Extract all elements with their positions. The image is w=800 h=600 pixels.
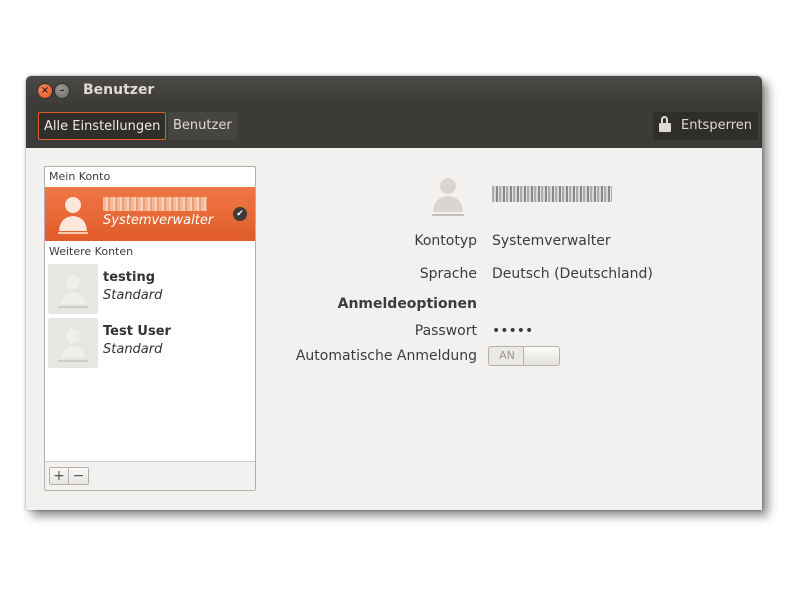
language-value[interactable]: Deutsch (Deutschland)	[492, 266, 653, 282]
user-role: Systemverwalter	[103, 213, 214, 228]
switch-knob[interactable]	[523, 347, 559, 365]
remove-user-button[interactable]: −	[69, 467, 89, 485]
user-name: testing	[103, 270, 155, 285]
autologin-switch[interactable]: AN	[488, 346, 560, 366]
user-role: Standard	[103, 342, 163, 357]
unlock-button[interactable]: Entsperren	[653, 112, 758, 140]
minimize-window-button[interactable]: –	[55, 84, 69, 98]
padlock-icon	[659, 115, 671, 132]
user-row-testing[interactable]: testing Standard	[45, 262, 255, 316]
user-list-toolbar: + −	[45, 461, 255, 490]
language-label: Sprache	[419, 266, 477, 282]
account-type-value[interactable]: Systemverwalter	[492, 233, 611, 249]
user-row-current[interactable]: Systemverwalter ✔	[45, 187, 255, 241]
autologin-label: Automatische Anmeldung	[295, 348, 477, 364]
unlock-label: Entsperren	[681, 118, 752, 133]
my-account-header: Mein Konto	[49, 170, 111, 183]
avatar-icon	[58, 197, 88, 234]
other-accounts-header: Weitere Konten	[49, 245, 134, 258]
user-list: Mein Konto Systemverwalter ✔ Weitere Kon…	[44, 166, 256, 491]
content-area: Mein Konto Systemverwalter ✔ Weitere Kon…	[26, 148, 762, 510]
user-avatar-icon[interactable]	[424, 172, 472, 220]
login-options-header: Anmeldeoptionen	[337, 296, 477, 312]
account-type-label: Kontotyp	[414, 233, 477, 249]
users-settings-window: × – Benutzer Alle Einstellungen Benutzer…	[26, 76, 762, 510]
current-user-check-icon: ✔	[233, 207, 247, 221]
avatar-icon	[48, 318, 98, 368]
add-user-button[interactable]: +	[49, 467, 69, 485]
user-row-test-user[interactable]: Test User Standard	[45, 316, 255, 370]
window-title: Benutzer	[83, 82, 155, 98]
password-value[interactable]: •••••	[492, 323, 533, 339]
user-role: Standard	[103, 288, 163, 303]
toolbar: Alle Einstellungen Benutzer Entsperren	[26, 106, 762, 148]
breadcrumb-users-button[interactable]: Benutzer	[168, 112, 237, 140]
obscured-username	[103, 197, 207, 211]
password-label: Passwort	[414, 323, 477, 339]
obscured-full-name[interactable]	[492, 186, 612, 202]
close-window-button[interactable]: ×	[38, 84, 52, 98]
user-name: Test User	[103, 324, 171, 339]
title-bar[interactable]: × – Benutzer	[26, 76, 762, 106]
switch-state-label: AN	[499, 349, 515, 362]
avatar-icon	[48, 264, 98, 314]
breadcrumb-all-settings-button[interactable]: Alle Einstellungen	[38, 112, 167, 140]
